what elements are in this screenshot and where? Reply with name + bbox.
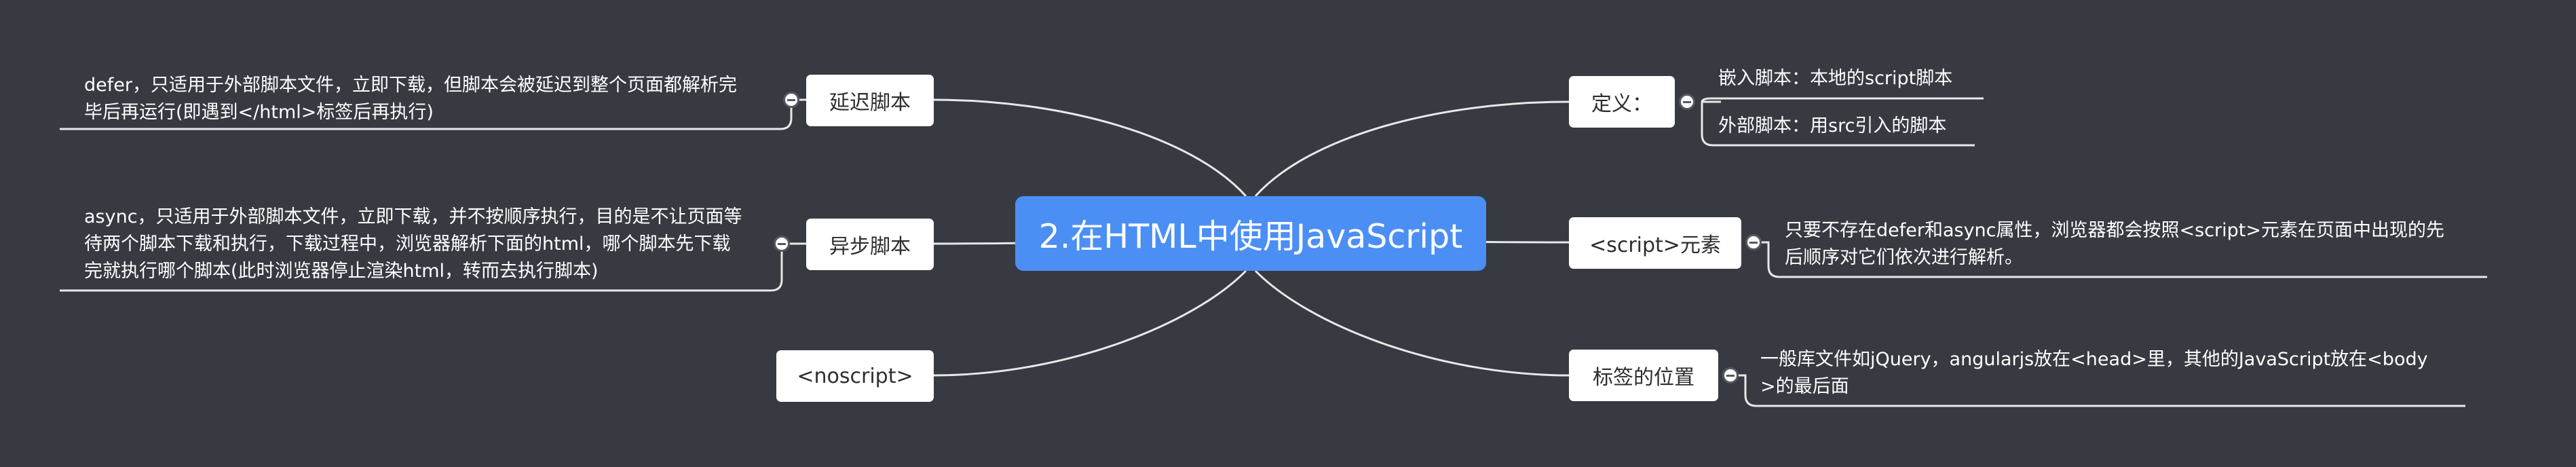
link-tag-position <box>1254 269 1570 377</box>
collapse-icon[interactable] <box>1679 94 1695 110</box>
link-noscript <box>933 269 1247 377</box>
link-definition-item-1 <box>1701 97 1984 103</box>
link-definition <box>1254 100 1570 198</box>
topic-tag-position[interactable]: 标签的位置 <box>1569 350 1718 401</box>
topic-noscript[interactable]: <noscript> <box>776 350 934 402</box>
defer-note: defer，只适用于外部脚本文件，立即下载，但脚本会被延迟到整个页面都解析完 毕… <box>84 75 737 123</box>
collapse-icon[interactable] <box>1722 367 1739 384</box>
topic-definition[interactable]: 定义： <box>1569 76 1675 128</box>
mind-map-canvas: 2.在HTML中使用JavaScript 定义： 嵌入脚本：本地的script脚… <box>0 0 2576 467</box>
script-element-note: 只要不存在defer和async属性，浏览器都会按照<script>元素在页面中… <box>1785 220 2444 268</box>
topic-script-element[interactable]: <script>元素 <box>1569 217 1741 269</box>
central-topic[interactable]: 2.在HTML中使用JavaScript <box>1015 196 1486 271</box>
topic-defer-script[interactable]: 延迟脚本 <box>806 75 934 126</box>
async-note: async，只适用于外部脚本文件，立即下载，并不按顺序执行，目的是不让页面等 待… <box>84 206 742 282</box>
definition-item-external: 外部脚本：用src引入的脚本 <box>1718 115 1947 136</box>
tag-position-note: 一般库文件如jQuery，angularjs放在<head>里，其他的JavaS… <box>1760 349 2428 397</box>
collapse-icon[interactable] <box>783 92 799 108</box>
collapse-icon[interactable] <box>1745 234 1762 250</box>
definition-item-embedded: 嵌入脚本：本地的script脚本 <box>1718 68 1953 89</box>
link-defer <box>933 98 1247 198</box>
collapse-icon[interactable] <box>774 236 790 252</box>
topic-async-script[interactable]: 异步脚本 <box>806 219 934 270</box>
